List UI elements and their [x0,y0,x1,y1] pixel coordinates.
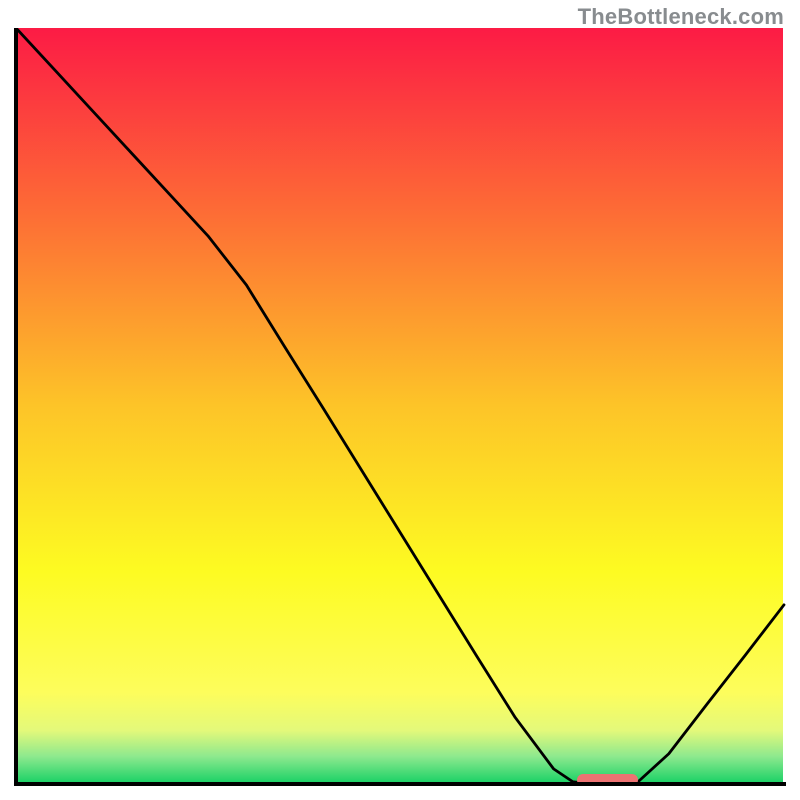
axes [14,28,786,786]
plot-outer [14,28,786,786]
plot-area [14,28,786,786]
chart-frame: TheBottleneck.com [0,0,800,800]
watermark-label: TheBottleneck.com [578,4,784,30]
